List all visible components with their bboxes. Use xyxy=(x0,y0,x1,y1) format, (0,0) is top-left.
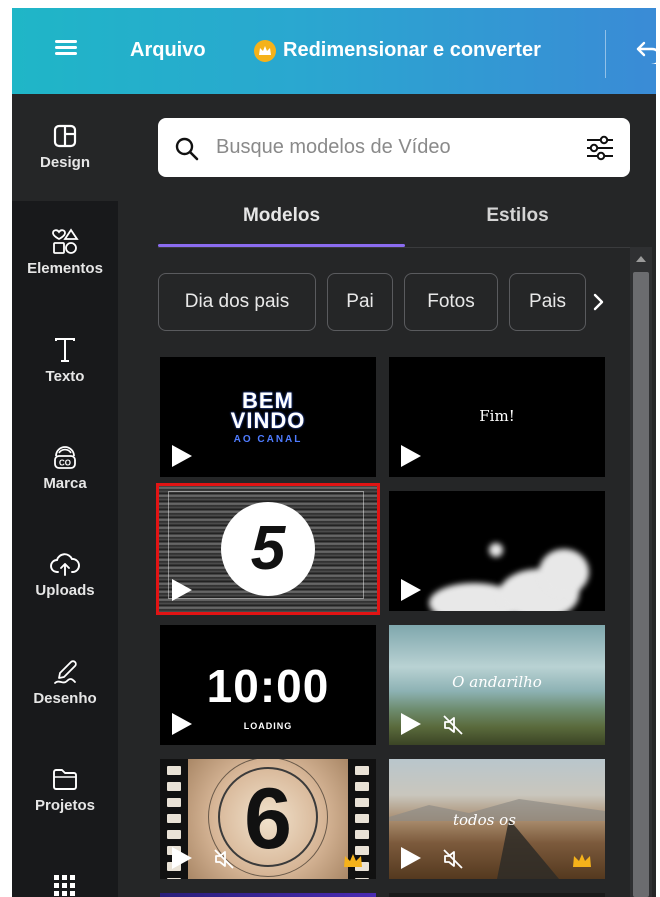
template-thumbnail-partial[interactable] xyxy=(389,893,605,897)
svg-text:CO: CO xyxy=(59,459,71,468)
text-T-icon xyxy=(55,338,75,362)
filter-sliders-icon[interactable] xyxy=(584,134,616,162)
rail-item-draw[interactable]: Desenho xyxy=(12,658,118,707)
play-icon[interactable] xyxy=(401,847,421,869)
muted-speaker-icon[interactable] xyxy=(441,713,465,737)
search-icon[interactable] xyxy=(174,136,200,162)
play-icon[interactable] xyxy=(401,713,421,735)
rail-item-text[interactable]: Texto xyxy=(12,336,118,385)
brand-icon: CO xyxy=(54,446,76,469)
template-thumbnail[interactable]: todos os xyxy=(389,759,605,879)
play-icon[interactable] xyxy=(401,579,421,601)
play-icon[interactable] xyxy=(172,713,192,735)
active-tab-indicator xyxy=(158,244,405,247)
top-toolbar: Arquivo Redimensionar e converter xyxy=(12,8,660,94)
rail-label: Texto xyxy=(45,368,85,385)
template-thumbnail-selected[interactable]: 5 xyxy=(156,483,380,615)
resize-convert-button[interactable]: Redimensionar e converter xyxy=(283,39,541,62)
template-thumbnail[interactable]: O andarilho xyxy=(389,625,605,745)
template-thumbnail[interactable] xyxy=(389,491,605,611)
template-thumbnail[interactable]: 6 xyxy=(160,759,376,879)
tab-models[interactable]: Modelos xyxy=(158,205,405,227)
crown-icon xyxy=(254,40,276,62)
hamburger-menu-icon[interactable] xyxy=(55,37,77,59)
rail-item-uploads[interactable]: Uploads xyxy=(12,550,118,599)
toolbar-divider xyxy=(605,30,606,78)
crown-icon xyxy=(344,854,362,867)
muted-speaker-icon[interactable] xyxy=(441,847,465,871)
template-text: O andarilho xyxy=(452,673,542,691)
rail-label: Elementos xyxy=(27,260,103,277)
search-input[interactable] xyxy=(216,128,576,166)
filter-chip[interactable]: Dia dos pais xyxy=(158,273,316,331)
rail-item-brand[interactable]: CO Marca xyxy=(12,443,118,492)
undo-icon[interactable] xyxy=(635,40,660,64)
play-icon[interactable] xyxy=(172,445,192,467)
search-bar xyxy=(158,118,630,177)
play-icon[interactable] xyxy=(172,579,192,601)
play-icon[interactable] xyxy=(401,445,421,467)
template-thumbnail[interactable]: BEM VINDO AO CANAL xyxy=(160,357,376,477)
tab-styles[interactable]: Estilos xyxy=(405,205,630,227)
elements-shapes-icon xyxy=(52,228,79,254)
crown-icon xyxy=(573,854,591,867)
template-text: AO CANAL xyxy=(233,434,303,445)
filter-chip[interactable]: Fotos xyxy=(404,273,498,331)
template-text: VINDO xyxy=(230,408,306,433)
rail-label: Design xyxy=(39,154,90,171)
play-icon[interactable] xyxy=(172,847,192,869)
template-text: Fim! xyxy=(479,407,515,425)
filter-chip[interactable]: Pai xyxy=(327,273,393,331)
chevron-right-icon[interactable] xyxy=(588,285,610,319)
template-text: todos os xyxy=(453,811,516,829)
template-text: 10:00 xyxy=(206,660,330,712)
rail-label: Uploads xyxy=(35,582,95,599)
template-thumbnail[interactable]: 10:00 LOADING xyxy=(160,625,376,745)
template-thumbnail-partial[interactable] xyxy=(160,893,376,897)
rail-label: Projetos xyxy=(34,797,95,814)
muted-speaker-icon[interactable] xyxy=(212,847,236,871)
file-menu-button[interactable]: Arquivo xyxy=(130,39,206,62)
template-thumbnail[interactable]: Fim! xyxy=(389,357,605,477)
template-text: LOADING xyxy=(243,721,293,731)
rail-item-design[interactable]: Design xyxy=(12,122,118,171)
rail-label: Marca xyxy=(43,475,87,492)
rail-item-elements[interactable]: Elementos xyxy=(12,228,118,277)
template-text: 5 xyxy=(250,514,286,583)
cloud-upload-icon xyxy=(50,553,80,576)
apps-grid-icon[interactable] xyxy=(52,873,78,897)
draw-pen-icon xyxy=(54,660,77,684)
scrollbar-thumb[interactable] xyxy=(633,272,649,897)
cloud-shape xyxy=(489,543,503,557)
design-layout-icon xyxy=(53,124,77,148)
rail-label: Desenho xyxy=(33,690,97,707)
scroll-up-arrow[interactable] xyxy=(636,256,646,262)
folder-icon xyxy=(53,769,77,790)
cloud-shape xyxy=(539,549,589,595)
tabs-baseline xyxy=(158,247,630,248)
rail-item-projects[interactable]: Projetos xyxy=(12,765,118,814)
filter-chip[interactable]: Pais xyxy=(509,273,586,331)
